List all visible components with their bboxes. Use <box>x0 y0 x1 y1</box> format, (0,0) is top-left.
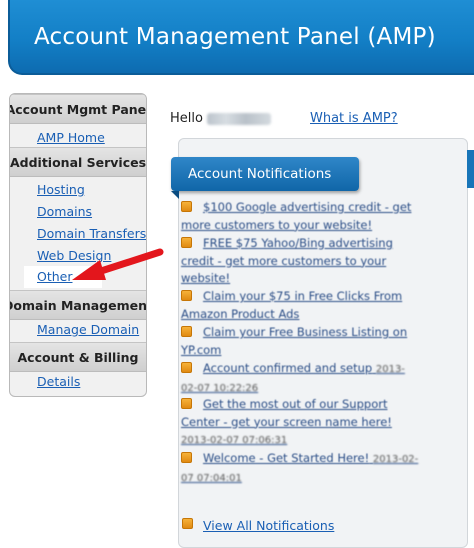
sidebar-heading-domain-management: Domain Management <box>10 290 146 320</box>
redacted-username <box>207 113 271 125</box>
app-title: Account Management Panel (AMP) <box>34 24 436 50</box>
sidebar-heading-account-billing: Account & Billing <box>10 342 146 372</box>
sidebar-heading-account-mgmt-panel: Account Mgmt Panel <box>10 94 146 124</box>
sidebar-item-details[interactable]: Details <box>37 374 80 389</box>
view-all-notifications-link[interactable]: View All Notifications <box>203 518 334 533</box>
red-arrow-annotation <box>72 248 164 280</box>
notification-link[interactable]: Claim your Free Business Listing on YP.c… <box>181 325 407 357</box>
notification-link[interactable]: Welcome - Get Started Here! <box>203 451 369 465</box>
tab-fold <box>171 191 179 199</box>
notification-link[interactable]: $100 Google advertising credit - get mor… <box>181 200 411 232</box>
notification-link[interactable]: Claim your $75 in Free Clicks From Amazo… <box>181 289 402 321</box>
view-all-icon <box>182 518 193 529</box>
sidebar-item-manage-domain[interactable]: Manage Domain <box>37 322 139 337</box>
sidebar-item-domains[interactable]: Domains <box>37 204 92 219</box>
header-banner: Account Management Panel (AMP) <box>8 0 474 75</box>
panel-side-tab <box>467 150 474 188</box>
notification-date: 2013-02-07 07:06:31 <box>181 435 288 446</box>
notification-link[interactable]: Get the most out of our Support Center -… <box>181 397 392 429</box>
sidebar-item-domain-transfers[interactable]: Domain Transfers <box>37 226 146 241</box>
notification-link[interactable]: FREE $75 Yahoo/Bing advertising credit -… <box>181 236 393 285</box>
sidebar-item-hosting[interactable]: Hosting <box>37 182 85 197</box>
notification-link[interactable]: Account confirmed and setup <box>203 361 372 375</box>
sidebar-heading-additional-services: Additional Services <box>10 147 146 177</box>
greeting-text: Hello <box>170 111 203 126</box>
what-is-amp-link[interactable]: What is AMP? <box>310 111 398 126</box>
sidebar-item-amp-home[interactable]: AMP Home <box>37 130 105 145</box>
sidebar-nav: Account Mgmt Panel AMP Home Additional S… <box>9 93 147 397</box>
notifications-title: Account Notifications <box>171 157 359 191</box>
